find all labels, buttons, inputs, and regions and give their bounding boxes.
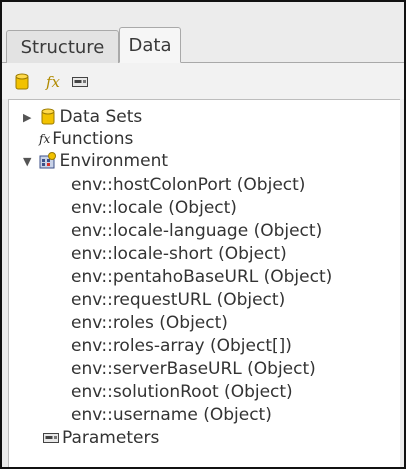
tree-node-label: Parameters [62, 428, 160, 448]
env-item[interactable]: env::roles-array (Object[]) [71, 335, 292, 357]
add-parameter-button[interactable] [70, 73, 90, 91]
env-item[interactable]: env::pentahoBaseURL (Object) [71, 266, 332, 288]
function-icon: fx [39, 132, 51, 146]
data-panel: Structure Data fx ▶ Data Sets fx Functio… [0, 0, 406, 469]
parameter-icon [72, 77, 88, 87]
env-item[interactable]: env::locale-short (Object) [71, 243, 287, 265]
tree-node-parameters[interactable]: Parameters [43, 427, 159, 449]
add-datasource-button[interactable] [14, 73, 30, 91]
tree-node-data-sets[interactable]: ▶ Data Sets [23, 106, 142, 128]
parameter-icon [43, 433, 59, 443]
env-item[interactable]: env::serverBaseURL (Object) [71, 358, 316, 380]
database-icon [15, 73, 29, 90]
tab-bar: Structure Data [2, 2, 404, 63]
env-item[interactable]: env::hostColonPort (Object) [71, 174, 305, 196]
env-item[interactable]: env::username (Object) [71, 404, 272, 426]
environment-icon [39, 152, 57, 169]
function-icon: fx [45, 73, 60, 91]
collapsed-arrow-icon[interactable]: ▶ [23, 111, 31, 124]
toolbar: fx [2, 63, 404, 99]
env-item[interactable]: env::requestURL (Object) [71, 289, 285, 311]
env-item[interactable]: env::locale-language (Object) [71, 220, 322, 242]
tab-data[interactable]: Data [119, 27, 181, 63]
data-tree: ▶ Data Sets fx Functions ▼ Environment e… [8, 99, 400, 467]
tab-structure[interactable]: Structure [6, 30, 119, 63]
tree-node-label: Environment [59, 151, 169, 171]
add-function-button[interactable]: fx [42, 73, 64, 91]
env-item[interactable]: env::roles (Object) [71, 312, 228, 334]
tree-node-label: Data Sets [59, 107, 143, 127]
database-icon [41, 108, 55, 125]
env-item[interactable]: env::solutionRoot (Object) [71, 381, 293, 403]
tab-data-label: Data [128, 34, 172, 56]
tab-structure-label: Structure [20, 36, 105, 58]
env-item[interactable]: env::locale (Object) [71, 197, 237, 219]
tree-node-environment[interactable]: ▼ Environment [23, 150, 168, 172]
tree-node-functions[interactable]: fx Functions [39, 128, 133, 150]
tree-node-label: Functions [52, 129, 134, 149]
expanded-arrow-icon[interactable]: ▼ [23, 155, 31, 168]
